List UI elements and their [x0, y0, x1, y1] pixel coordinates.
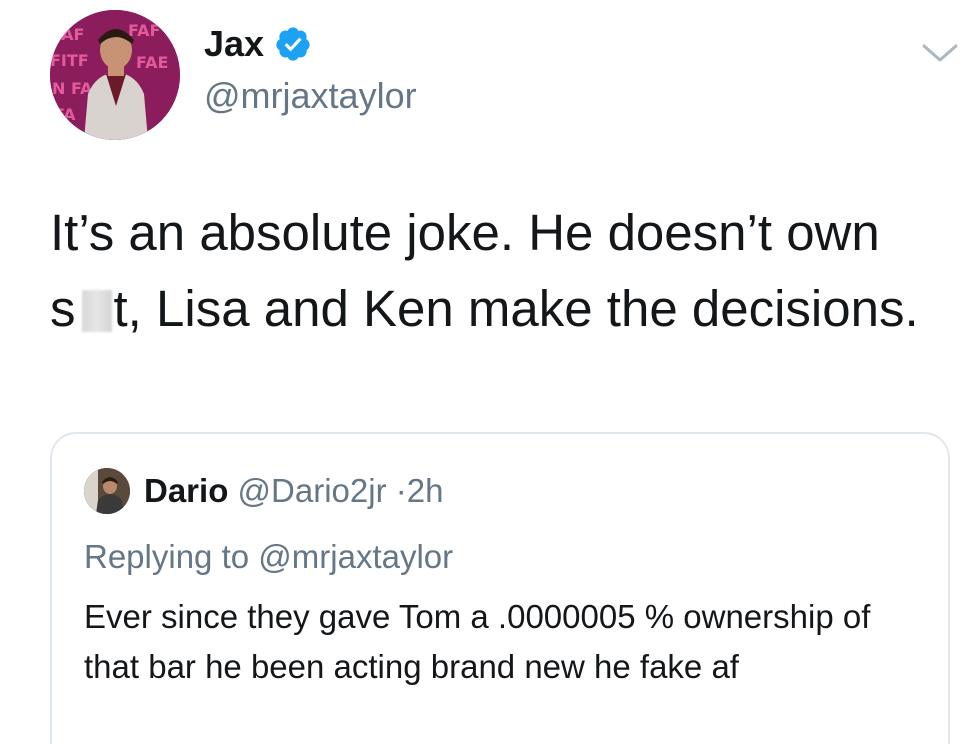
verified-badge-icon — [276, 27, 310, 61]
quoted-tweet-time[interactable]: 2h — [407, 472, 444, 509]
quoted-author-name[interactable]: Dario — [144, 472, 228, 509]
quoted-tweet-text: Ever since they gave Tom a .0000005 % ow… — [84, 598, 871, 685]
quoted-author-handle[interactable]: @Dario2jr — [238, 472, 387, 509]
author-avatar[interactable]: FAF FAF FITF FAE N FA FA — [50, 10, 180, 140]
meta-separator: · — [395, 472, 407, 509]
author-display-name[interactable]: Jax — [204, 22, 312, 66]
replying-to-line: Replying to @mrjaxtaylor — [84, 534, 453, 580]
svg-text:FITF: FITF — [50, 51, 89, 70]
tweet-text: It’s an absolute joke. He doesn’t own st… — [50, 195, 950, 347]
svg-text:FAE: FAE — [136, 53, 168, 72]
author-name-text[interactable]: Jax — [204, 22, 264, 66]
svg-text:FA: FA — [54, 105, 76, 124]
svg-text:FAF: FAF — [52, 25, 84, 44]
tweet-card: FAF FAF FITF FAE N FA FA Jax @mrjaxtaylo… — [0, 0, 980, 744]
tweet-text-line-2-end: t, Lisa and Ken make the decisions. — [113, 280, 919, 337]
tweet-text-line-2-start: s — [50, 280, 76, 337]
svg-text:N FA: N FA — [52, 79, 93, 98]
replying-to-label: Replying to — [84, 538, 250, 575]
chevron-down-icon[interactable] — [920, 38, 960, 68]
quoted-author-avatar[interactable] — [84, 468, 130, 514]
quoted-tweet[interactable]: Dario @Dario2jr ·2h Replying to @mrjaxta… — [50, 432, 950, 744]
svg-text:FAF: FAF — [128, 21, 160, 40]
author-handle[interactable]: @mrjaxtaylor — [204, 74, 417, 118]
replying-to-mention[interactable]: @mrjaxtaylor — [258, 538, 453, 575]
tweet-text-line-2: s t, Lisa and Ken make the decisions. — [50, 271, 950, 347]
avatar-photo-icon: FAF FAF FITF FAE N FA FA — [50, 10, 180, 140]
tweet-text-line-1: It’s an absolute joke. He doesn’t own — [50, 204, 880, 261]
censor-blur — [81, 290, 112, 332]
quoted-tweet-header: Dario @Dario2jr ·2h — [144, 468, 443, 514]
quoted-avatar-photo-icon — [84, 468, 130, 514]
